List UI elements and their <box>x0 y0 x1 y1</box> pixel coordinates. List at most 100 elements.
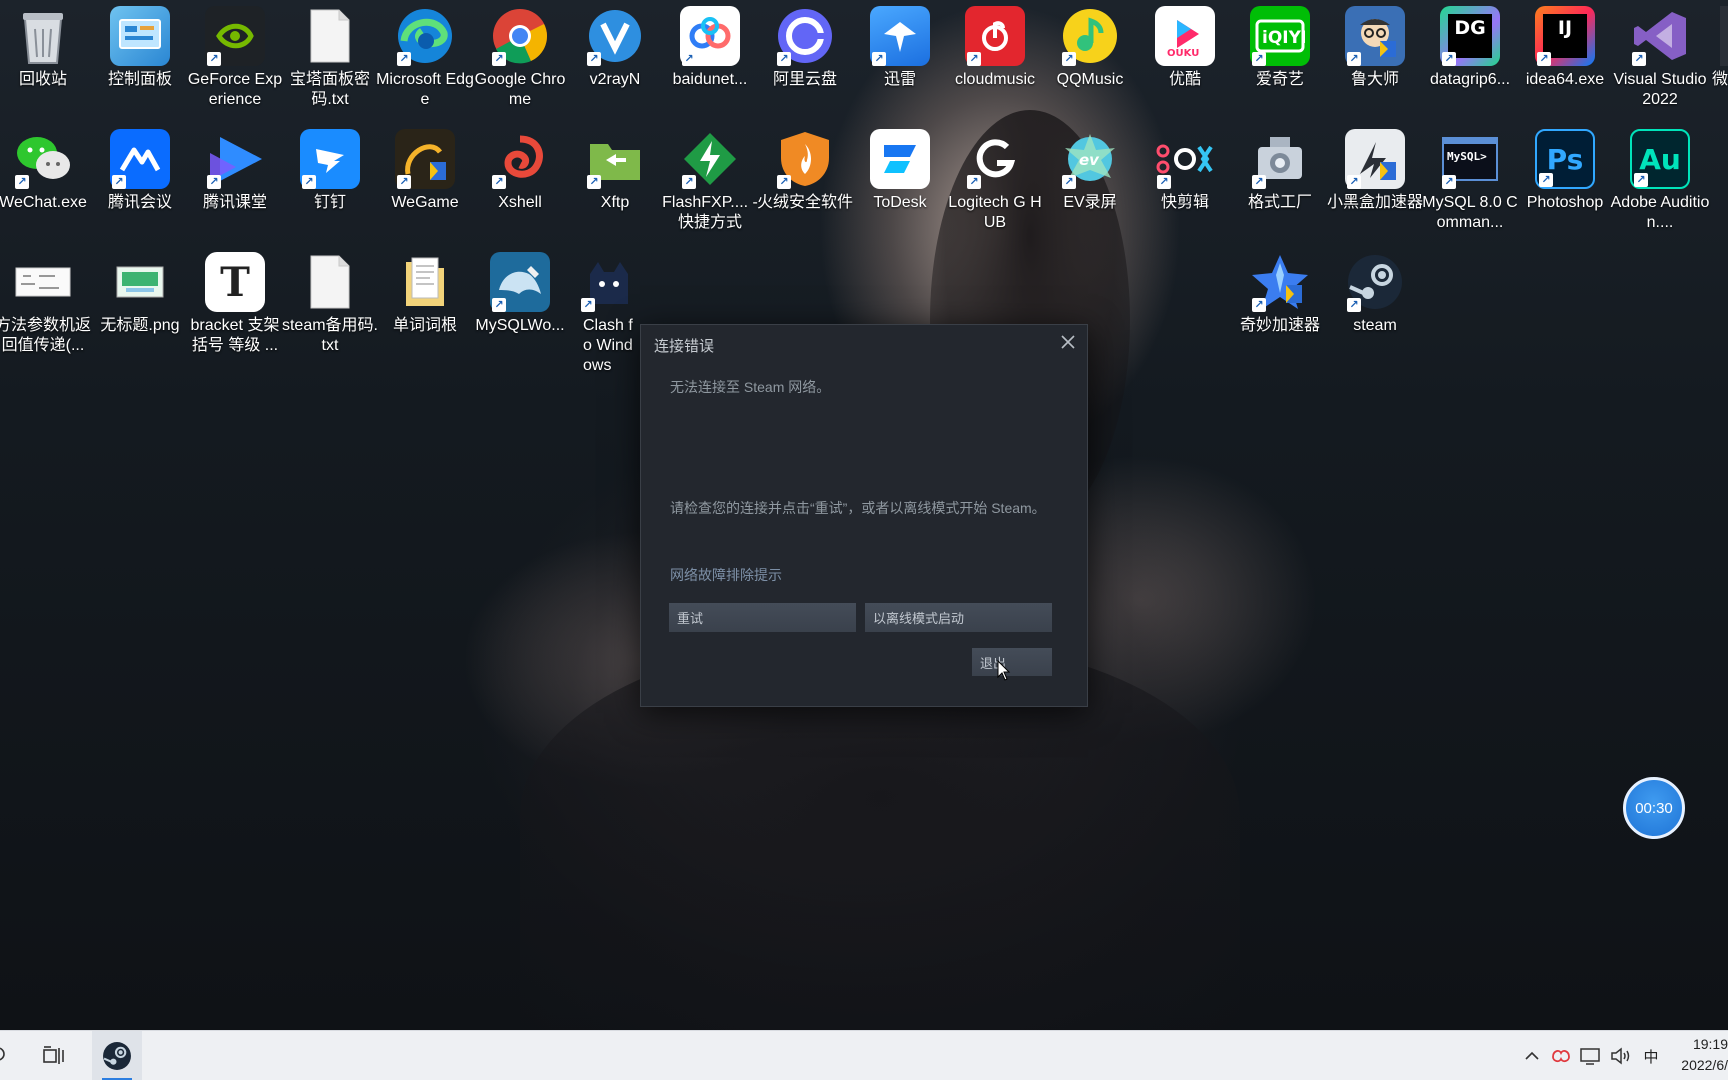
desktop-icon-label: Xshell <box>498 194 542 211</box>
retry-button[interactable]: 重试 <box>669 603 856 632</box>
desktop-icon-label: 方法参数机返回值传递(... <box>0 317 91 354</box>
shortcut-arrow-icon: ↗ <box>397 52 411 66</box>
shortcut-arrow-icon: ↗ <box>1634 173 1648 187</box>
desktop-icon-ev-recorder[interactable]: ev ↗ EV录屏 <box>1044 129 1136 213</box>
desktop-icon-dingtalk[interactable]: ↗ 钉钉 <box>284 129 376 213</box>
desktop-icon-geforce[interactable]: ↗ GeForce Experience <box>188 6 282 110</box>
close-button[interactable] <box>1057 331 1079 353</box>
search-icon <box>0 1047 5 1061</box>
taskbar-clock[interactable]: 19:19 2022/6/ <box>1672 1034 1728 1076</box>
desktop-icon-label: 控制面板 <box>107 71 172 88</box>
desktop-icon-format-factory[interactable]: ↗ 格式工厂 <box>1234 129 1326 213</box>
desktop-icon-youku[interactable]: OUKU 优酷 <box>1139 6 1231 90</box>
desktop-icon-audition[interactable]: Au ↗ Adobe Audition.... <box>1611 129 1709 233</box>
desktop-icon-edge[interactable]: ↗ Microsoft Edge <box>376 6 474 110</box>
desktop-icon-huorong[interactable]: ↗ 火绒安全软件 <box>757 129 853 213</box>
xshell-icon: ↗ <box>490 129 550 189</box>
shortcut-arrow-icon: ↗ <box>1062 52 1076 66</box>
shortcut-arrow-icon: ↗ <box>1539 173 1553 187</box>
desktop-icon-logitech[interactable]: ↗ Logitech G HUB <box>948 129 1042 233</box>
dingtalk-icon: ↗ <box>300 129 360 189</box>
desktop-icon-photoshop[interactable]: Ps ↗ Photoshop <box>1519 129 1611 213</box>
shortcut-arrow-icon: ↗ <box>112 175 126 189</box>
desktop-icon-label: idea64.exe <box>1525 71 1605 88</box>
quit-button[interactable]: 退出 <box>972 648 1052 676</box>
desktop-icon-clash[interactable]: ↗ Clash fo Windows <box>569 252 639 376</box>
clash-icon: ↗ <box>579 252 639 312</box>
desktop-icon-tencent-meeting[interactable]: ↗ 腾讯会议 <box>94 129 186 213</box>
tencent-classroom-icon: ↗ <box>205 129 265 189</box>
desktop-icon-idea[interactable]: IJ ↗ idea64.exe <box>1519 6 1611 90</box>
text-file-icon <box>300 252 360 312</box>
desktop-icon-typora[interactable]: T bracket 支架 括号 等级 ... <box>189 252 281 356</box>
wegame-icon: ↗ <box>395 129 455 189</box>
desktop-icon-word-roots[interactable]: 单词词根 <box>379 252 471 336</box>
shortcut-arrow-icon: ↗ <box>1157 175 1171 189</box>
desktop-icon-flashfxp[interactable]: ↗ FlashFXP.... - 快捷方式 <box>662 129 758 233</box>
desktop-icon-chrome[interactable]: ↗ Google Chrome <box>474 6 566 110</box>
tencent-meeting-icon: ↗ <box>110 129 170 189</box>
desktop-icon-control-panel[interactable]: 控制面板 <box>94 6 186 90</box>
desktop-icon-v2rayn[interactable]: ↗ v2rayN <box>569 6 661 90</box>
desktop-icon-png[interactable]: 无标题.png <box>94 252 186 336</box>
svg-text:iQIYI: iQIYI <box>1262 28 1305 48</box>
tray-volume-button[interactable] <box>1608 1031 1634 1080</box>
desktop-icon-steam-txt[interactable]: steam备用码.txt <box>282 252 378 356</box>
network-troubleshoot-link[interactable]: 网络故障排除提示 <box>670 565 782 585</box>
desktop-icon-baidunetdisk[interactable]: ↗ baidunet... <box>664 6 756 90</box>
kuaijianji-icon: ↗ <box>1155 129 1215 189</box>
shortcut-arrow-icon: ↗ <box>207 175 221 189</box>
desktop-icon-recycle-bin[interactable]: 回收站 <box>0 6 89 90</box>
tray-app-icon[interactable] <box>1549 1031 1573 1080</box>
input-method-indicator[interactable]: 中 <box>1638 1031 1664 1080</box>
desktop-icon-qimiao[interactable]: ↗ 奇妙加速器 <box>1234 252 1326 336</box>
desktop-icon-mysql-workbench[interactable]: ↗ MySQLWo... <box>474 252 566 336</box>
taskbar-steam-app[interactable] <box>92 1031 142 1080</box>
shortcut-arrow-icon: ↗ <box>1062 175 1076 189</box>
desktop-icon-steam[interactable]: ↗ steam <box>1329 252 1421 336</box>
shortcut-arrow-icon: ↗ <box>492 175 506 189</box>
desktop-icon-xftp[interactable]: ↗ Xftp <box>569 129 661 213</box>
offline-mode-button[interactable]: 以离线模式启动 <box>865 603 1052 632</box>
shortcut-arrow-icon: ↗ <box>682 175 696 189</box>
volume-icon <box>1611 1047 1630 1065</box>
xftp-icon: ↗ <box>585 129 645 189</box>
desktop-icon-iqiyi[interactable]: iQIYI ↗ 爱奇艺 <box>1234 6 1326 90</box>
desktop-icon-partial[interactable]: 微 <box>1680 6 1728 90</box>
desktop-icon-wegame[interactable]: ↗ WeGame <box>379 129 471 213</box>
desktop-icon-image-file[interactable]: 方法参数机返回值传递(... <box>0 252 91 356</box>
steam-icon: ↗ <box>1345 252 1405 312</box>
tray-overflow-button[interactable] <box>1520 1031 1544 1080</box>
desktop-icon-label: Clash fo Windows <box>583 317 633 374</box>
task-view-button[interactable] <box>30 1031 78 1080</box>
desktop-icon-xshell[interactable]: ↗ Xshell <box>474 129 566 213</box>
desktop-icon-thunder[interactable]: ↗ 迅雷 <box>854 6 946 90</box>
desktop-icon-datagrip[interactable]: DG ↗ datagrip6... <box>1424 6 1516 90</box>
mouse-cursor-icon <box>997 659 1011 686</box>
desktop-icon-todesk[interactable]: ToDesk <box>854 129 946 213</box>
desktop-icon-mysql-cli[interactable]: MySQL> ↗ MySQL 8.0 Comman... <box>1422 129 1518 233</box>
shortcut-arrow-icon: ↗ <box>581 298 595 312</box>
shortcut-arrow-icon: ↗ <box>682 52 696 66</box>
desktop-icon-tencent-classroom[interactable]: ↗ 腾讯课堂 <box>189 129 281 213</box>
image-file-icon <box>13 252 73 312</box>
desktop-icon-kuaijianji[interactable]: ↗ 快剪辑 <box>1139 129 1231 213</box>
search-button[interactable] <box>0 1031 24 1080</box>
desktop-icon-qqmusic[interactable]: ↗ QQMusic <box>1044 6 1136 90</box>
format-factory-icon: ↗ <box>1250 129 1310 189</box>
desktop-icon-label: FlashFXP.... - 快捷方式 <box>662 194 758 231</box>
desktop-icon-xiaoheihe[interactable]: ↗ 小黑盒加速器 <box>1327 129 1423 213</box>
shortcut-arrow-icon: ↗ <box>587 175 601 189</box>
desktop-icon-baota-txt[interactable]: 宝塔面板密码.txt <box>284 6 376 110</box>
tray-network-button[interactable] <box>1578 1031 1604 1080</box>
photoshop-icon: Ps ↗ <box>1535 129 1595 189</box>
desktop-icon-ludashi[interactable]: ↗ 鲁大师 <box>1329 6 1421 90</box>
desktop-icon-aliyun[interactable]: ↗ 阿里云盘 <box>759 6 851 90</box>
qimiao-icon: ↗ <box>1250 252 1310 312</box>
dialog-title: 连接错误 <box>654 338 715 355</box>
desktop-icon-cloudmusic[interactable]: ↗ cloudmusic <box>949 6 1041 90</box>
desktop-icon-label: Adobe Audition.... <box>1610 194 1710 231</box>
desktop-icon-label: steam备用码.txt <box>281 317 379 354</box>
recording-timer-badge[interactable]: 00:30 <box>1623 777 1685 839</box>
desktop-icon-wechat[interactable]: ↗ WeChat.exe <box>0 129 89 213</box>
